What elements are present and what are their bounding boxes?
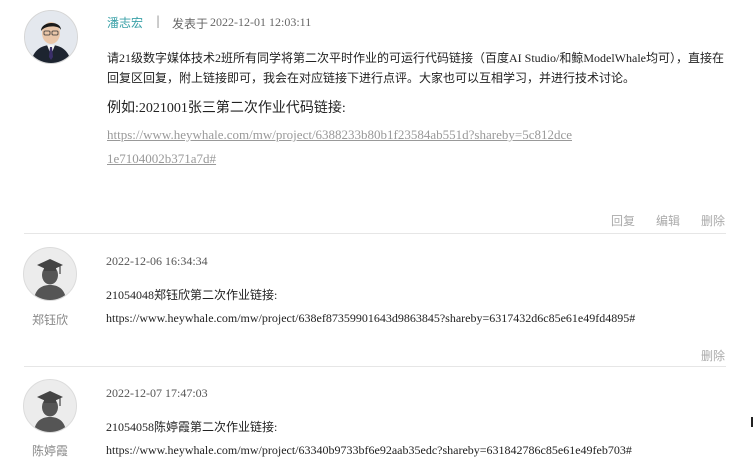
- reply-avatar[interactable]: [23, 247, 77, 301]
- reply-text: 21054048郑钰欣第二次作业链接:: [106, 288, 278, 302]
- reply-link[interactable]: https://www.heywhale.com/mw/project/638e…: [106, 311, 635, 326]
- post-author[interactable]: 潘志宏: [107, 14, 143, 31]
- meta-separator: |: [156, 14, 161, 28]
- reply-timestamp: 2022-12-07 17:47:03: [106, 386, 208, 400]
- reply-button[interactable]: 回复: [611, 212, 635, 229]
- divider: [24, 366, 726, 367]
- post-body: 请21级数字媒体技术2班所有同学将第二次平时作业的可运行代码链接（百度AI St…: [107, 51, 724, 85]
- divider: [24, 233, 726, 234]
- reply-delete-button[interactable]: 删除: [701, 347, 725, 364]
- reply-username[interactable]: 郑钰欣: [20, 311, 80, 328]
- edit-button[interactable]: 编辑: [656, 212, 680, 229]
- posted-label: 发表于: [172, 17, 209, 31]
- post-timestamp: 2022-12-01 12:03:11: [210, 15, 312, 29]
- post-link[interactable]: https://www.heywhale.com/mw/project/6388…: [107, 123, 577, 171]
- reply-timestamp: 2022-12-06 16:34:34: [106, 254, 208, 268]
- reply-link[interactable]: https://www.heywhale.com/mw/project/6334…: [106, 443, 632, 458]
- reply-avatar[interactable]: [23, 379, 77, 433]
- delete-button[interactable]: 删除: [701, 212, 725, 229]
- author-avatar[interactable]: [24, 10, 78, 64]
- reply-username[interactable]: 陈婷霞: [20, 442, 80, 459]
- reply-text: 21054058陈婷霞第二次作业链接:: [106, 420, 278, 434]
- graduate-silhouette-icon: [34, 259, 66, 300]
- graduate-silhouette-icon: [34, 391, 66, 432]
- post-example: 例如:2021001张三第二次作业代码链接:: [107, 101, 346, 116]
